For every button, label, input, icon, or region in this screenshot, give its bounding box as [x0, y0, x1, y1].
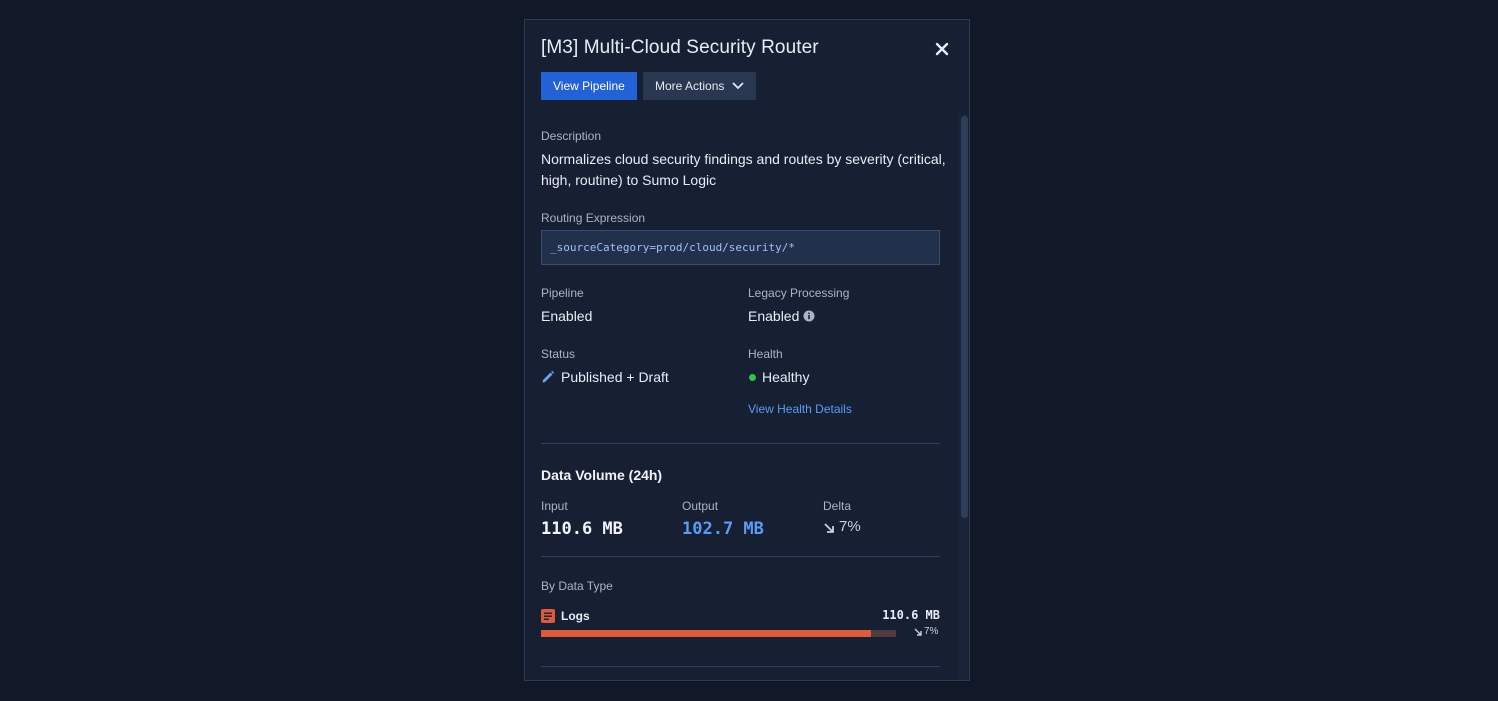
- health-status-dot: [749, 374, 756, 381]
- section-divider: [541, 556, 940, 557]
- routing-expression-label: Routing Expression: [541, 211, 646, 225]
- description-line: high, routine) to Sumo Logic: [541, 172, 717, 188]
- logs-volume-bar-fill: [541, 630, 872, 637]
- chevron-down-icon: [732, 82, 745, 90]
- info-icon[interactable]: [803, 310, 815, 322]
- delta-label: Delta: [823, 499, 852, 513]
- view-pipeline-button[interactable]: View Pipeline: [541, 72, 637, 100]
- panel-title: [M3] Multi-Cloud Security Router: [541, 37, 819, 58]
- delta-value: 7%: [839, 518, 861, 535]
- more-actions-button[interactable]: More Actions: [643, 72, 757, 100]
- legacy-processing-label: Legacy Processing: [748, 286, 850, 300]
- logs-icon: [541, 609, 555, 623]
- logs-delta: 7%: [924, 626, 939, 637]
- router-detail-panel: [M3] Multi-Cloud Security Router View Pi…: [524, 19, 970, 681]
- description-label: Description: [541, 129, 602, 143]
- health-label: Health: [748, 347, 783, 361]
- logs-label: Logs: [561, 609, 590, 623]
- input-value: 110.6 MB: [541, 519, 623, 539]
- legacy-processing-value: Enabled: [748, 308, 800, 324]
- pipeline-value: Enabled: [541, 308, 593, 324]
- section-divider: [541, 666, 940, 667]
- arrow-down-right-icon: [914, 628, 922, 636]
- arrow-down-right-icon: [824, 523, 834, 533]
- view-health-details-link[interactable]: View Health Details: [748, 402, 852, 416]
- description-text: Normalizes cloud security findings and r…: [541, 149, 947, 191]
- pencil-icon: [542, 370, 555, 383]
- status-value: Published + Draft: [561, 369, 669, 385]
- pipeline-label: Pipeline: [541, 286, 584, 300]
- description-line: Normalizes cloud security findings and r…: [541, 151, 946, 167]
- status-label: Status: [541, 347, 576, 361]
- output-value: 102.7 MB: [682, 519, 764, 539]
- scrollbar-thumb[interactable]: [961, 116, 968, 518]
- routing-expression-field: _sourceCategory=prod/cloud/security/*: [541, 230, 940, 265]
- logs-value: 110.6 MB: [882, 608, 940, 622]
- more-actions-label: More Actions: [655, 79, 725, 93]
- health-value: Healthy: [762, 369, 810, 385]
- section-divider: [541, 443, 940, 444]
- output-label: Output: [682, 499, 719, 513]
- close-icon[interactable]: [933, 40, 951, 58]
- input-label: Input: [541, 499, 568, 513]
- by-data-type-label: By Data Type: [541, 579, 613, 593]
- data-volume-heading: Data Volume (24h): [541, 467, 663, 483]
